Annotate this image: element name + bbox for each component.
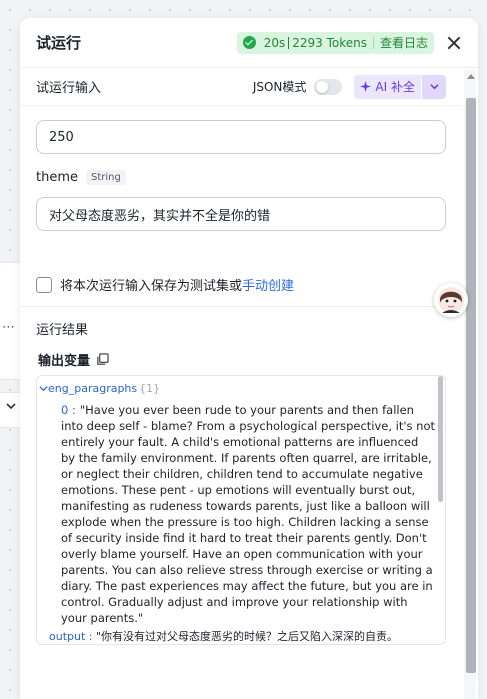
- chevron-down-icon[interactable]: [39, 384, 48, 393]
- save-testset-row: 将本次运行输入保存为测试集或 手动创建: [36, 275, 446, 294]
- view-log-link[interactable]: 查看日志: [380, 34, 428, 51]
- more-icon[interactable]: ⋯: [2, 320, 15, 335]
- scroll-up-arrow-icon[interactable]: [467, 74, 475, 79]
- panel-scrollbar-thumb[interactable]: [466, 98, 476, 673]
- result-title: 运行结果: [36, 323, 89, 338]
- status-time: 20s: [263, 35, 286, 50]
- root-count: {1}: [139, 382, 161, 395]
- item-value: "Have you ever been rude to your parents…: [61, 403, 436, 625]
- panel-title: 试运行: [36, 34, 82, 52]
- panel-header: 试运行 20s 2293 Tokens 查看日志: [20, 18, 478, 68]
- output-json-viewer[interactable]: eng_paragraphs {1} 0 : "Have you ever bee…: [36, 375, 446, 645]
- manual-create-link[interactable]: 手动创建: [242, 275, 294, 294]
- chevron-down-icon: [429, 84, 439, 90]
- panel-body: 试运行输入 JSON模式 AI 补全 250 theme String 对父母态…: [20, 68, 462, 699]
- ai-complete-dropdown[interactable]: [422, 74, 446, 99]
- ai-complete-button[interactable]: AI 补全: [354, 74, 446, 99]
- tree-item-0: 0 : "Have you ever been rude to your pare…: [61, 402, 436, 626]
- root-key: eng_paragraphs: [48, 382, 138, 395]
- save-testset-checkbox[interactable]: [36, 276, 52, 293]
- avatar-face-icon: [438, 287, 464, 313]
- chevron-down-icon[interactable]: [6, 401, 16, 411]
- close-icon[interactable]: [446, 35, 462, 51]
- status-separator-2: [372, 36, 374, 49]
- input-section-title: 试运行输入: [36, 81, 102, 96]
- test-run-panel: 试运行 20s 2293 Tokens 查看日志 试运行输入 JSON模式 AI…: [20, 18, 478, 699]
- tree-item-output: output : "你有没有过对父母态度恶劣的时候？之后又陷入深深的自责。: [49, 628, 398, 644]
- type-tag: String: [86, 170, 126, 185]
- code-scrollbar[interactable]: [438, 376, 443, 502]
- success-check-icon: [242, 36, 256, 49]
- panel-scrollbar[interactable]: [464, 70, 476, 699]
- json-mode-toggle[interactable]: [314, 78, 343, 95]
- ai-complete-main[interactable]: AI 补全: [354, 74, 421, 99]
- theme-field-label: theme String: [36, 170, 446, 185]
- output-variables-label: 输出变量: [38, 350, 444, 369]
- status-separator: [288, 36, 290, 49]
- json-mode-label: JSON模式: [252, 80, 307, 94]
- item-key: 0 :: [61, 403, 76, 417]
- output-key: output :: [49, 630, 93, 643]
- ai-complete-label: AI 补全: [375, 80, 415, 94]
- tree-node-root[interactable]: eng_paragraphs {1}: [39, 382, 160, 395]
- value-input[interactable]: 250: [36, 120, 446, 154]
- assistant-avatar[interactable]: [434, 283, 468, 317]
- divider: [20, 306, 462, 307]
- sparkle-icon: [360, 81, 372, 92]
- status-tokens: 2293 Tokens: [292, 35, 367, 50]
- output-var-text: 输出变量: [38, 354, 91, 369]
- theme-label: theme: [36, 170, 78, 185]
- input-section-header: 试运行输入 JSON模式 AI 补全: [20, 68, 462, 106]
- save-testset-text: 将本次运行输入保存为测试集或: [60, 279, 243, 294]
- theme-input[interactable]: 对父母态度恶劣，其实并不全是你的错: [36, 197, 446, 231]
- copy-icon[interactable]: [96, 353, 109, 366]
- output-value: "你有没有过对父母态度恶劣的时候？之后又陷入深深的自责。: [95, 630, 399, 643]
- run-status-badge: 20s 2293 Tokens 查看日志: [236, 31, 434, 54]
